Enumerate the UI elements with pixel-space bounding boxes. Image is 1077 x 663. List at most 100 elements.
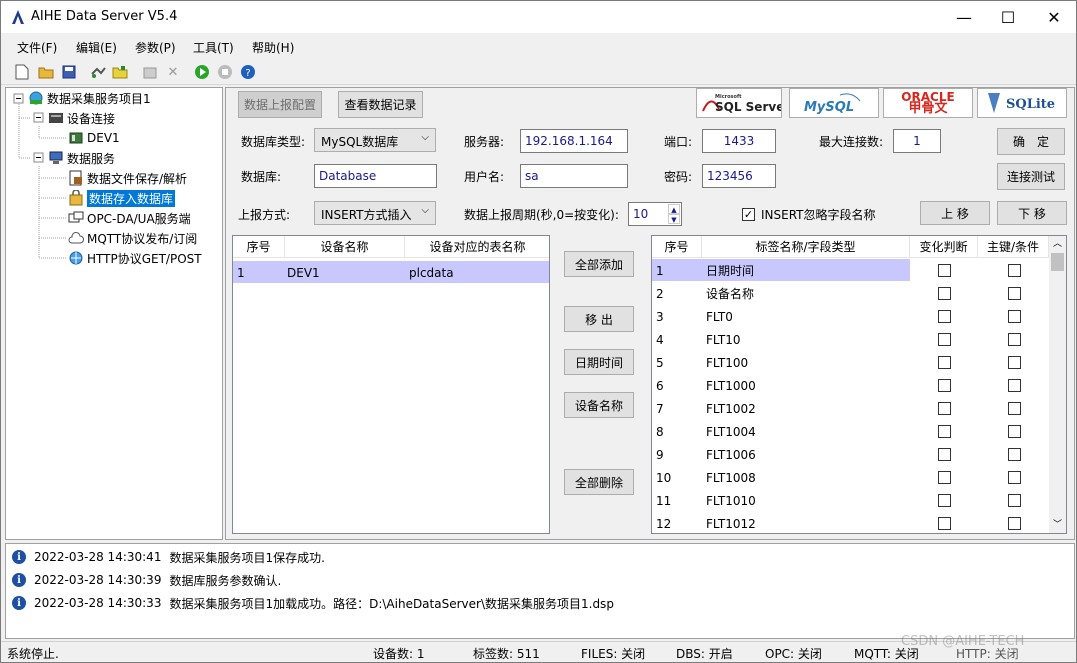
move-down-button[interactable]: 下 移 (997, 201, 1067, 225)
menu-help[interactable]: 帮助(H) (252, 39, 294, 56)
start-icon[interactable] (193, 63, 211, 81)
folder-add-icon[interactable] (111, 63, 129, 81)
primary-key-checkbox[interactable] (1008, 287, 1021, 300)
primary-key-checkbox[interactable] (1008, 379, 1021, 392)
tree-item-http[interactable]: HTTP协议GET/POST (68, 249, 202, 267)
test-connection-button[interactable]: 连接测试 (997, 163, 1065, 190)
tab-view-records[interactable]: 查看数据记录 (338, 91, 423, 118)
connect-icon[interactable] (89, 63, 107, 81)
col-header-index[interactable]: 序号 (233, 236, 285, 258)
change-detect-checkbox[interactable] (938, 264, 951, 277)
primary-key-checkbox[interactable] (1008, 402, 1021, 415)
mysql-logo-button[interactable]: MySQL (789, 88, 879, 118)
server-input[interactable]: 192.168.1.164 (520, 129, 628, 153)
tree-item-dev1[interactable]: DEV1 (68, 129, 120, 147)
remove-button[interactable]: 移 出 (564, 306, 634, 332)
oracle-logo-button[interactable]: ORACLE 甲骨文 (883, 88, 973, 118)
menu-file[interactable]: 文件(F) (17, 39, 57, 56)
username-input[interactable]: sa (520, 164, 628, 188)
table-row[interactable]: 4 FLT10 (652, 328, 1049, 351)
table-row[interactable]: 3 FLT0 (652, 305, 1049, 328)
primary-key-checkbox[interactable] (1008, 425, 1021, 438)
report-period-spinner[interactable]: 10 ▲ ▼ (628, 202, 682, 226)
menu-tools[interactable]: 工具(T) (193, 39, 234, 56)
confirm-button[interactable]: 确 定 (997, 128, 1065, 155)
database-input[interactable]: Database (314, 164, 437, 188)
primary-key-checkbox[interactable] (1008, 494, 1021, 507)
change-detect-checkbox[interactable] (938, 425, 951, 438)
tree-data-service[interactable]: 数据服务 (48, 149, 115, 167)
spin-down-icon[interactable]: ▼ (668, 214, 680, 224)
table-row[interactable]: 9 FLT1006 (652, 443, 1049, 466)
table-row[interactable]: 5 FLT100 (652, 351, 1049, 374)
menu-params[interactable]: 参数(P) (135, 39, 176, 56)
primary-key-checkbox[interactable] (1008, 310, 1021, 323)
col-header-index[interactable]: 序号 (652, 236, 702, 258)
change-detect-checkbox[interactable] (938, 494, 951, 507)
change-detect-checkbox[interactable] (938, 356, 951, 369)
tree-device-connection[interactable]: 设备连接 (48, 109, 115, 127)
device-name-button[interactable]: 设备名称 (564, 392, 634, 418)
tab-upload-config[interactable]: 数据上报配置 (238, 91, 322, 118)
col-header-key[interactable]: 主键/条件 (978, 236, 1049, 258)
table-row[interactable]: 7 FLT1002 (652, 397, 1049, 420)
scroll-down-icon[interactable]: ﹀ (1049, 517, 1066, 533)
col-header-device[interactable]: 设备名称 (285, 236, 405, 258)
tree-root[interactable]: 数据采集服务项目1 (28, 89, 151, 107)
report-mode-select[interactable]: INSERT方式插入 ⌵ (314, 201, 436, 225)
change-detect-checkbox[interactable] (938, 471, 951, 484)
port-input[interactable]: 1433 (702, 129, 776, 153)
primary-key-checkbox[interactable] (1008, 448, 1021, 461)
scroll-thumb[interactable] (1051, 253, 1064, 271)
change-detect-checkbox[interactable] (938, 402, 951, 415)
tree-item-database-store[interactable]: 数据存入数据库 (68, 189, 176, 207)
ignore-field-checkbox[interactable]: ✓ (742, 208, 755, 221)
table-row[interactable]: 12 FLT1012 (652, 512, 1049, 533)
new-file-icon[interactable] (13, 63, 31, 81)
table-row[interactable]: 11 FLT1010 (652, 489, 1049, 512)
table-row[interactable]: 2 设备名称 (652, 282, 1049, 305)
primary-key-checkbox[interactable] (1008, 517, 1021, 530)
max-conn-input[interactable]: 1 (893, 129, 941, 153)
datetime-button[interactable]: 日期时间 (564, 349, 634, 375)
db-type-select[interactable]: MySQL数据库 ⌵ (314, 128, 436, 152)
minimize-button[interactable]: — (941, 1, 987, 33)
col-header-table[interactable]: 设备对应的表名称 (405, 236, 549, 258)
table-row[interactable]: 1 DEV1 plcdata (233, 261, 549, 283)
scroll-up-icon[interactable]: ︿ (1049, 236, 1066, 252)
delete-all-button[interactable]: 全部删除 (564, 469, 634, 495)
tree-item-opc[interactable]: OPC-DA/UA服务端 (68, 209, 191, 227)
tree-item-file-save[interactable]: 数据文件保存/解析 (68, 169, 187, 187)
cloud-icon (68, 230, 84, 246)
primary-key-checkbox[interactable] (1008, 264, 1021, 277)
sqlite-logo-button[interactable]: SQLite (977, 88, 1067, 118)
tree-item-mqtt[interactable]: MQTT协议发布/订阅 (68, 229, 197, 247)
change-detect-checkbox[interactable] (938, 310, 951, 323)
primary-key-checkbox[interactable] (1008, 333, 1021, 346)
table-row[interactable]: 8 FLT1004 (652, 420, 1049, 443)
password-input[interactable]: 123456 (702, 164, 776, 188)
change-detect-checkbox[interactable] (938, 379, 951, 392)
save-icon[interactable] (60, 63, 78, 81)
change-detect-checkbox[interactable] (938, 333, 951, 346)
primary-key-checkbox[interactable] (1008, 471, 1021, 484)
change-detect-checkbox[interactable] (938, 287, 951, 300)
change-detect-checkbox[interactable] (938, 448, 951, 461)
maximize-button[interactable]: ☐ (985, 1, 1031, 33)
menu-edit[interactable]: 编辑(E) (76, 39, 117, 56)
table-row[interactable]: 6 FLT1000 (652, 374, 1049, 397)
spin-up-icon[interactable]: ▲ (668, 204, 680, 214)
open-folder-icon[interactable] (37, 63, 55, 81)
sqlserver-logo-button[interactable]: Microsoft SQL Server (696, 88, 782, 118)
table-row[interactable]: 10 FLT1008 (652, 466, 1049, 489)
table-row[interactable]: 1 日期时间 (652, 259, 1049, 282)
move-up-button[interactable]: 上 移 (920, 201, 990, 225)
primary-key-checkbox[interactable] (1008, 356, 1021, 369)
col-header-tag-field[interactable]: 标签名称/字段类型 (702, 236, 910, 258)
help-icon[interactable]: ? (239, 63, 257, 81)
col-header-change[interactable]: 变化判断 (910, 236, 978, 258)
close-button[interactable]: ✕ (1031, 1, 1077, 33)
vertical-scrollbar[interactable]: ︿ ﹀ (1049, 236, 1066, 533)
add-all-button[interactable]: 全部添加 (564, 251, 634, 277)
change-detect-checkbox[interactable] (938, 517, 951, 530)
